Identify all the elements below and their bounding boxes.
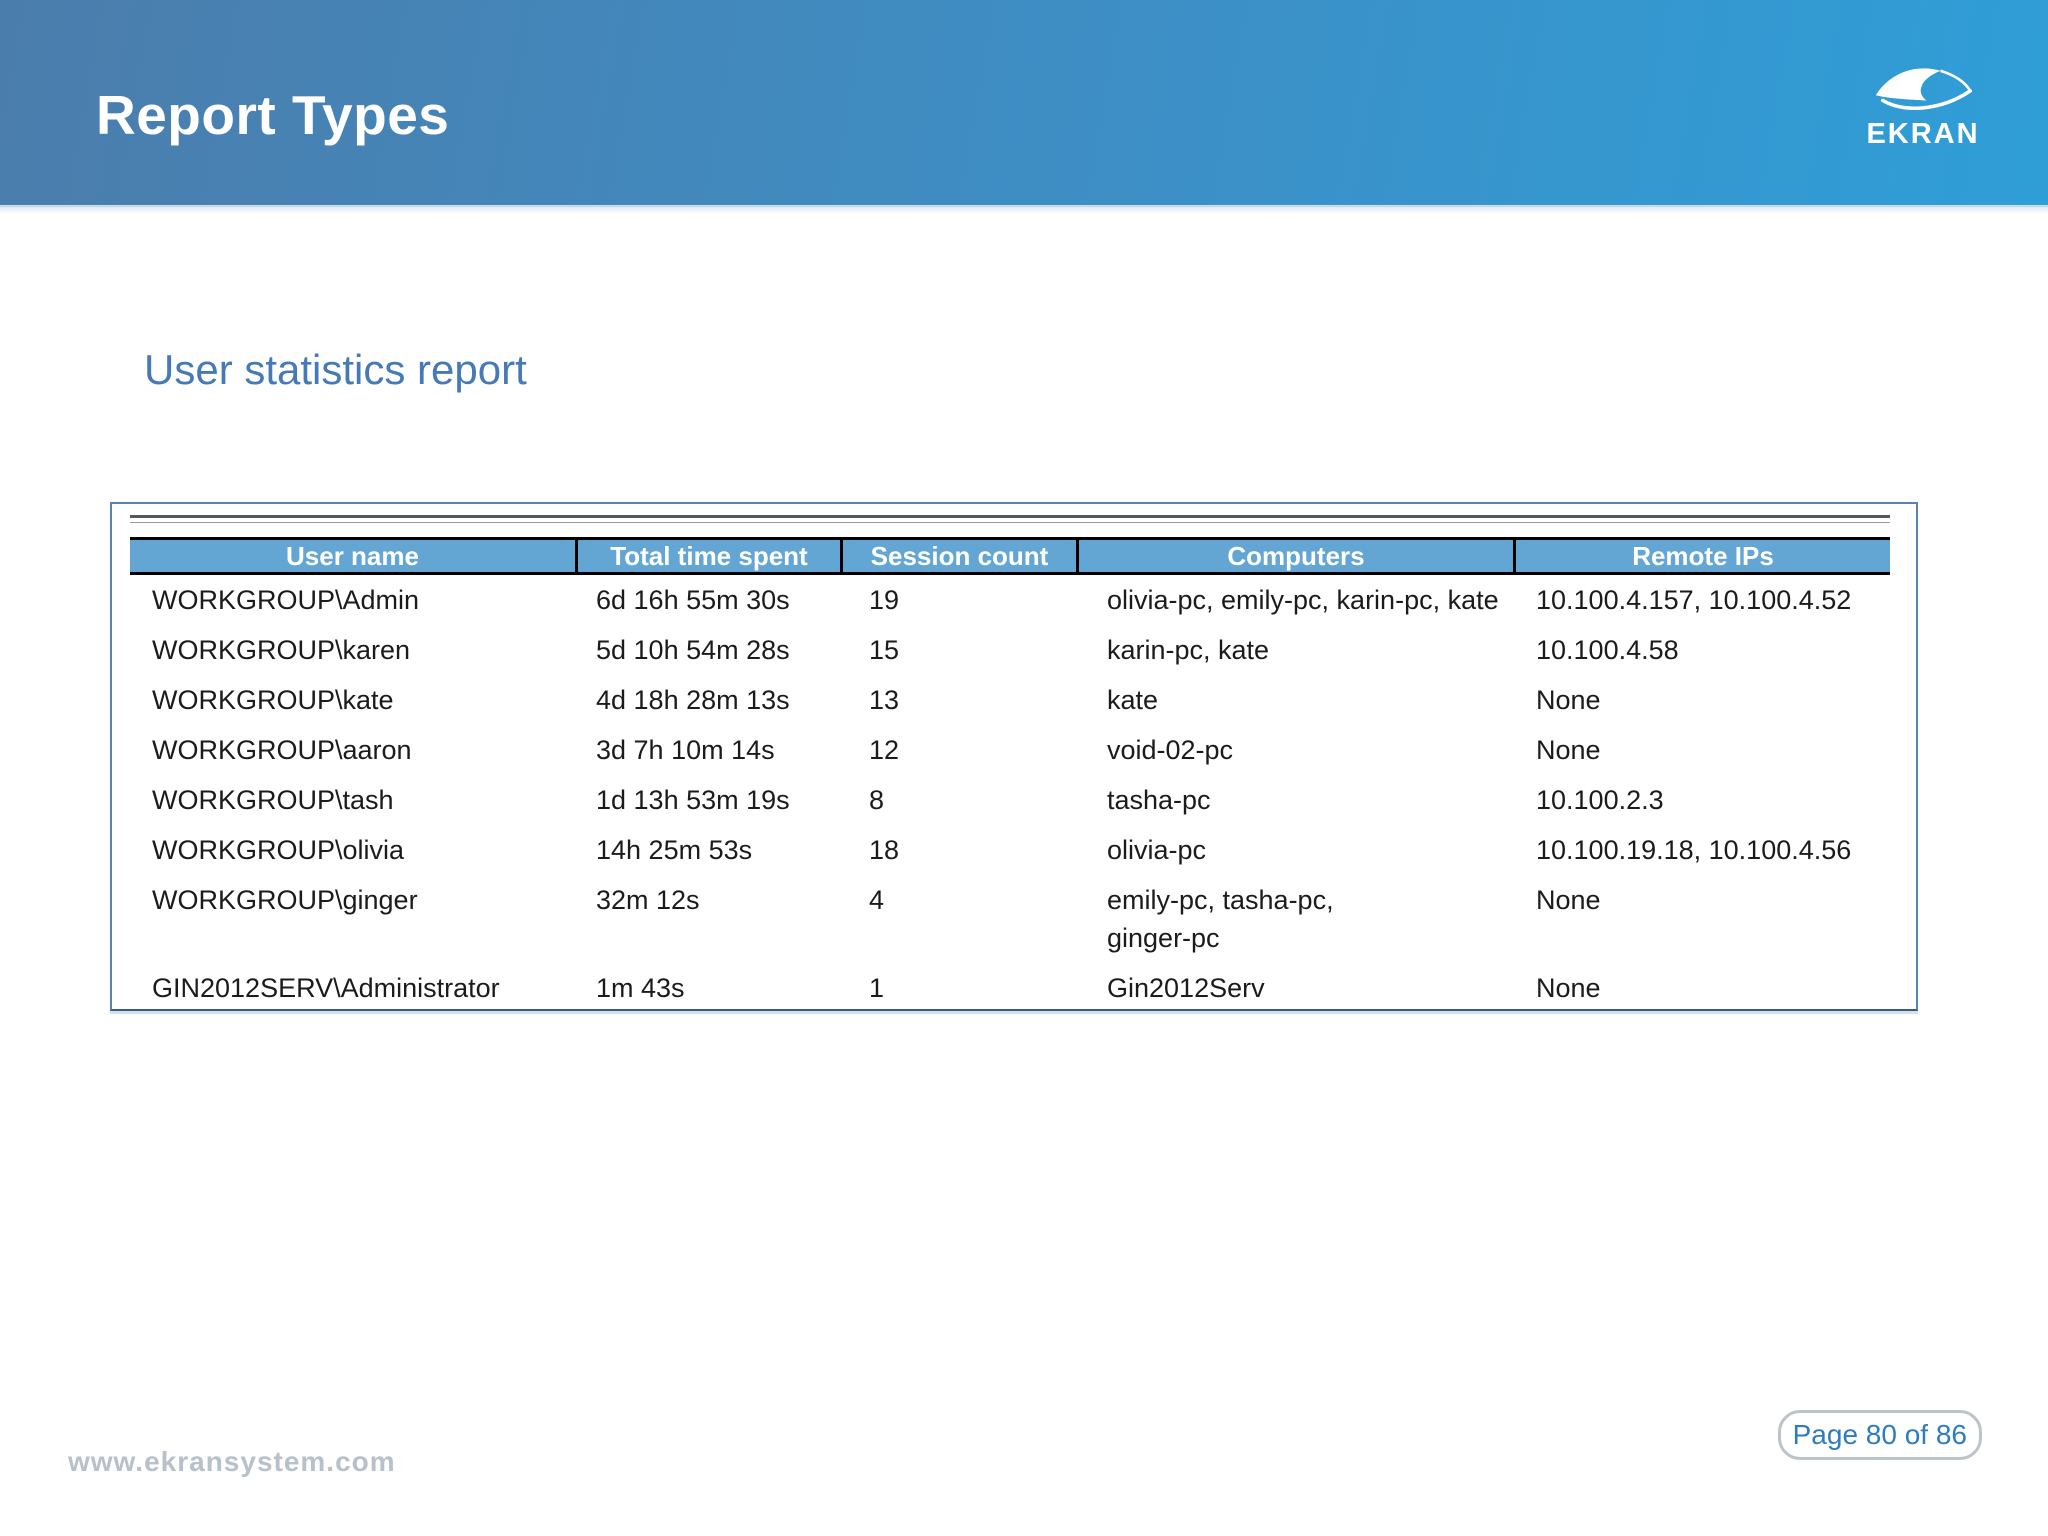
cell-total-time-spent: 3d 7h 10m 14s bbox=[596, 735, 775, 765]
cell-session-count: 8 bbox=[869, 785, 885, 815]
cell-session-count: 13 bbox=[869, 685, 900, 715]
ekran-logo-text: EKRAN bbox=[1866, 118, 1980, 150]
slide-title: Report Types bbox=[96, 84, 450, 146]
cell-remote-ips: None bbox=[1536, 685, 1601, 715]
column-header-user-name: User name bbox=[130, 540, 578, 572]
cell-user-name: WORKGROUP\kate bbox=[152, 685, 394, 715]
cell-total-time-spent: 14h 25m 53s bbox=[596, 835, 753, 865]
cell-session-count: 19 bbox=[869, 585, 900, 615]
report-table-container: User name Total time spent Session count Co… bbox=[110, 502, 1918, 1011]
cell-user-name: WORKGROUP\Admin bbox=[152, 585, 420, 615]
cell-remote-ips: 10.100.19.18, 10.100.4.56 bbox=[1536, 835, 1852, 865]
table-row: GIN2012SERV\Administrator 1m 43s 1 Gin2012S… bbox=[130, 963, 1890, 1013]
cell-session-count: 1 bbox=[869, 973, 885, 1003]
table-row: WORKGROUP\aaron 3d 7h 10m 14s 12 void-02-pc… bbox=[130, 725, 1890, 775]
cell-user-name: GIN2012SERV\Administrator bbox=[152, 973, 500, 1003]
cell-user-name: WORKGROUP\tash bbox=[152, 785, 394, 815]
table-row: WORKGROUP\kate 4d 18h 28m 13s 13 kate None bbox=[130, 675, 1890, 725]
cell-session-count: 4 bbox=[869, 885, 885, 915]
cell-user-name: WORKGROUP\ginger bbox=[152, 885, 418, 915]
cell-total-time-spent: 32m 12s bbox=[596, 885, 700, 915]
cell-computers: olivia-pc, emily-pc, karin-pc, kate bbox=[1107, 585, 1499, 615]
column-header-computers: Computers bbox=[1079, 540, 1516, 572]
table-header-row: User name Total time spent Session count Co… bbox=[130, 537, 1890, 575]
table-row: WORKGROUP\karen 5d 10h 54m 28s 15 karin-pc,… bbox=[130, 625, 1890, 675]
cell-total-time-spent: 5d 10h 54m 28s bbox=[596, 635, 790, 665]
cell-session-count: 18 bbox=[869, 835, 900, 865]
column-header-total-time-spent: Total time spent bbox=[578, 540, 843, 572]
cell-total-time-spent: 1d 13h 53m 19s bbox=[596, 785, 790, 815]
cell-remote-ips: None bbox=[1536, 973, 1601, 1003]
table-row: WORKGROUP\tash 1d 13h 53m 19s 8 tasha-pc 10.… bbox=[130, 775, 1890, 825]
cell-user-name: WORKGROUP\aaron bbox=[152, 735, 412, 765]
cell-computers: karin-pc, kate bbox=[1107, 635, 1270, 665]
table-row: WORKGROUP\olivia 14h 25m 53s 18 olivia-pc 10… bbox=[130, 825, 1890, 875]
cell-computers: void-02-pc bbox=[1107, 735, 1234, 765]
cell-remote-ips: 10.100.4.58 bbox=[1536, 635, 1679, 665]
cell-total-time-spent: 6d 16h 55m 30s bbox=[596, 585, 790, 615]
cell-remote-ips: 10.100.2.3 bbox=[1536, 785, 1664, 815]
footer-website: www.ekransystem.com bbox=[68, 1446, 396, 1477]
cell-computers: olivia-pc bbox=[1107, 835, 1207, 865]
cell-computers: emily-pc, tasha-pc, ginger-pc bbox=[1107, 885, 1334, 953]
cell-computers: tasha-pc bbox=[1107, 785, 1211, 815]
table-row: WORKGROUP\Admin 6d 16h 55m 30s 19 olivia-pc… bbox=[130, 575, 1890, 625]
table-row: WORKGROUP\ginger 32m 12s 4 emily-pc, tasha-… bbox=[130, 875, 1890, 963]
cell-computers: kate bbox=[1107, 685, 1159, 715]
cell-remote-ips: 10.100.4.157, 10.100.4.52 bbox=[1536, 585, 1852, 615]
slide-header: Report Types EKRAN bbox=[0, 0, 2048, 214]
report-subtitle: User statistics report bbox=[144, 346, 527, 393]
ekran-logo: EKRAN bbox=[1862, 62, 1984, 149]
cell-total-time-spent: 1m 43s bbox=[596, 973, 685, 1003]
cell-user-name: WORKGROUP\karen bbox=[152, 635, 411, 665]
cell-remote-ips: None bbox=[1536, 735, 1601, 765]
slide: Report Types EKRAN User statistics repor… bbox=[0, 0, 2048, 1536]
cell-user-name: WORKGROUP\olivia bbox=[152, 835, 405, 865]
cell-total-time-spent: 4d 18h 28m 13s bbox=[596, 685, 790, 715]
table-body: WORKGROUP\Admin 6d 16h 55m 30s 19 olivia-pc… bbox=[112, 575, 1916, 1017]
page-badge: Page 80 of 86 bbox=[1777, 1410, 1982, 1460]
cell-session-count: 12 bbox=[869, 735, 900, 765]
cell-computers: Gin2012Serv bbox=[1107, 973, 1265, 1003]
cell-session-count: 15 bbox=[869, 635, 900, 665]
column-header-session-count: Session count bbox=[843, 540, 1079, 572]
ekran-eye-icon bbox=[1875, 68, 1972, 110]
cell-remote-ips: None bbox=[1536, 885, 1601, 915]
column-header-remote-ips: Remote IPs bbox=[1632, 540, 1774, 571]
table-top-rule bbox=[130, 515, 1890, 523]
